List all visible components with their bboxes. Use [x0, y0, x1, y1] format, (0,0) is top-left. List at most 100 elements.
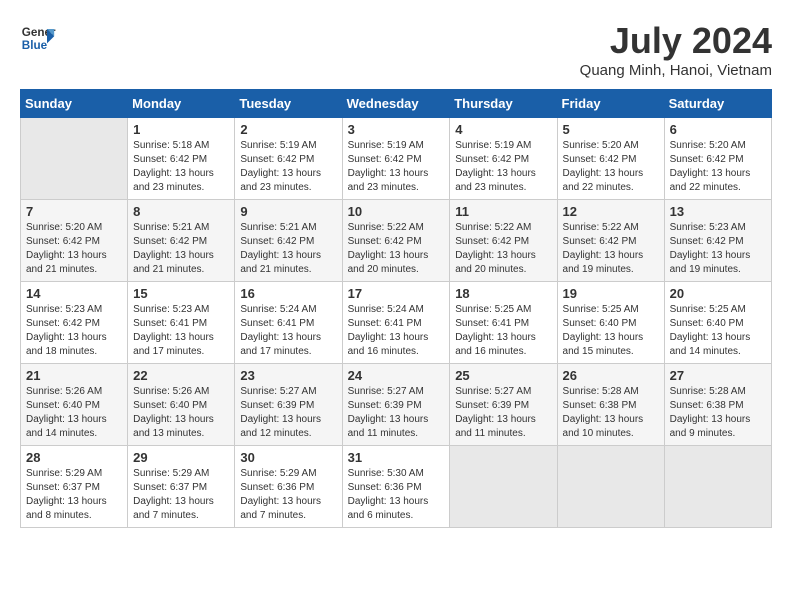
- day-detail: Sunrise: 5:26 AM Sunset: 6:40 PM Dayligh…: [133, 385, 229, 441]
- calendar-cell: 23Sunrise: 5:27 AM Sunset: 6:39 PM Dayli…: [235, 364, 342, 446]
- weekday-header: Saturday: [664, 90, 771, 118]
- calendar-cell: 24 Sunrise: 5:27 AM Sunset: 6:39 PM Dayli…: [342, 364, 450, 446]
- calendar-cell: [21, 118, 128, 200]
- calendar-cell: 4 Sunrise: 5:19 AM Sunset: 6:42 PM Daylig…: [450, 118, 557, 200]
- day-number: 20: [670, 286, 766, 301]
- day-number: 27: [670, 368, 766, 383]
- day-number: 9: [240, 204, 336, 219]
- day-detail: Sunrise: 5:28 AM Sunset: 6:38 PM Dayligh…: [563, 385, 659, 441]
- day-detail: Sunrise: 5:24 AM Sunset: 6:41 PM Dayligh…: [240, 303, 336, 359]
- calendar-cell: [664, 446, 771, 528]
- day-detail: Sunrise: 5:27 AM Sunset: 6:39 PM Dayligh…: [240, 385, 336, 441]
- calendar-cell: 2Sunrise: 5:19 AM Sunset: 6:42 PM Daylig…: [235, 118, 342, 200]
- weekday-header-row: SundayMondayTuesdayWednesdayThursdayFrid…: [21, 90, 772, 118]
- day-number: 5: [563, 122, 659, 137]
- calendar-week-row: 14 Sunrise: 5:23 AM Sunset: 6:42 PM Dayli…: [21, 282, 772, 364]
- day-number: 25: [455, 368, 551, 383]
- weekday-header: Sunday: [21, 90, 128, 118]
- calendar-week-row: 21 Sunrise: 5:26 AM Sunset: 6:40 PM Dayli…: [21, 364, 772, 446]
- day-number: 24: [348, 368, 445, 383]
- calendar-cell: 3 Sunrise: 5:19 AM Sunset: 6:42 PM Daylig…: [342, 118, 450, 200]
- day-number: 1: [133, 122, 229, 137]
- day-number: 4: [455, 122, 551, 137]
- day-number: 29: [133, 450, 229, 465]
- day-detail: Sunrise: 5:27 AM Sunset: 6:39 PM Dayligh…: [348, 385, 445, 441]
- calendar-cell: 6 Sunrise: 5:20 AM Sunset: 6:42 PM Daylig…: [664, 118, 771, 200]
- calendar-cell: 19 Sunrise: 5:25 AM Sunset: 6:40 PM Dayli…: [557, 282, 664, 364]
- calendar-cell: 28 Sunrise: 5:29 AM Sunset: 6:37 PM Dayli…: [21, 446, 128, 528]
- calendar-cell: 13 Sunrise: 5:23 AM Sunset: 6:42 PM Dayli…: [664, 200, 771, 282]
- day-detail: Sunrise: 5:20 AM Sunset: 6:42 PM Dayligh…: [563, 139, 659, 195]
- day-detail: Sunrise: 5:19 AM Sunset: 6:42 PM Dayligh…: [348, 139, 445, 195]
- calendar-cell: 30 Sunrise: 5:29 AM Sunset: 6:36 PM Dayli…: [235, 446, 342, 528]
- day-detail: Sunrise: 5:23 AM Sunset: 6:41 PM Dayligh…: [133, 303, 229, 359]
- day-detail: Sunrise: 5:18 AM Sunset: 6:42 PM Dayligh…: [133, 139, 229, 195]
- day-detail: Sunrise: 5:22 AM Sunset: 6:42 PM Dayligh…: [455, 221, 551, 277]
- day-number: 17: [348, 286, 445, 301]
- day-number: 12: [563, 204, 659, 219]
- calendar-cell: 20 Sunrise: 5:25 AM Sunset: 6:40 PM Dayli…: [664, 282, 771, 364]
- day-detail: Sunrise: 5:20 AM Sunset: 6:42 PM Dayligh…: [670, 139, 766, 195]
- svg-text:Blue: Blue: [22, 39, 48, 52]
- day-detail: Sunrise: 5:21 AM Sunset: 6:42 PM Dayligh…: [133, 221, 229, 277]
- day-detail: Sunrise: 5:19 AM Sunset: 6:42 PM Dayligh…: [240, 139, 336, 195]
- calendar-table: SundayMondayTuesdayWednesdayThursdayFrid…: [20, 89, 772, 528]
- day-detail: Sunrise: 5:23 AM Sunset: 6:42 PM Dayligh…: [26, 303, 122, 359]
- day-detail: Sunrise: 5:23 AM Sunset: 6:42 PM Dayligh…: [670, 221, 766, 277]
- weekday-header: Friday: [557, 90, 664, 118]
- calendar-cell: 5 Sunrise: 5:20 AM Sunset: 6:42 PM Daylig…: [557, 118, 664, 200]
- day-number: 21: [26, 368, 122, 383]
- day-detail: Sunrise: 5:19 AM Sunset: 6:42 PM Dayligh…: [455, 139, 551, 195]
- calendar-cell: 14 Sunrise: 5:23 AM Sunset: 6:42 PM Dayli…: [21, 282, 128, 364]
- day-number: 26: [563, 368, 659, 383]
- calendar-cell: 16 Sunrise: 5:24 AM Sunset: 6:41 PM Dayli…: [235, 282, 342, 364]
- calendar-cell: 10Sunrise: 5:22 AM Sunset: 6:42 PM Dayli…: [342, 200, 450, 282]
- logo-icon: General Blue: [20, 20, 56, 56]
- day-number: 31: [348, 450, 445, 465]
- day-number: 13: [670, 204, 766, 219]
- day-detail: Sunrise: 5:25 AM Sunset: 6:41 PM Dayligh…: [455, 303, 551, 359]
- day-number: 18: [455, 286, 551, 301]
- calendar-cell: 11 Sunrise: 5:22 AM Sunset: 6:42 PM Dayli…: [450, 200, 557, 282]
- day-detail: Sunrise: 5:22 AM Sunset: 6:42 PM Dayligh…: [563, 221, 659, 277]
- day-detail: Sunrise: 5:21 AM Sunset: 6:42 PM Dayligh…: [240, 221, 336, 277]
- day-number: 6: [670, 122, 766, 137]
- day-number: 19: [563, 286, 659, 301]
- day-detail: Sunrise: 5:25 AM Sunset: 6:40 PM Dayligh…: [670, 303, 766, 359]
- day-number: 30: [240, 450, 336, 465]
- calendar-cell: 26 Sunrise: 5:28 AM Sunset: 6:38 PM Dayli…: [557, 364, 664, 446]
- calendar-cell: 27Sunrise: 5:28 AM Sunset: 6:38 PM Dayli…: [664, 364, 771, 446]
- day-number: 22: [133, 368, 229, 383]
- day-number: 15: [133, 286, 229, 301]
- day-detail: Sunrise: 5:29 AM Sunset: 6:36 PM Dayligh…: [240, 467, 336, 523]
- calendar-cell: 12 Sunrise: 5:22 AM Sunset: 6:42 PM Dayli…: [557, 200, 664, 282]
- day-detail: Sunrise: 5:22 AM Sunset: 6:42 PM Dayligh…: [348, 221, 445, 277]
- calendar-week-row: 28 Sunrise: 5:29 AM Sunset: 6:37 PM Dayli…: [21, 446, 772, 528]
- page-title: July 2024: [580, 20, 772, 62]
- day-number: 14: [26, 286, 122, 301]
- day-detail: Sunrise: 5:29 AM Sunset: 6:37 PM Dayligh…: [133, 467, 229, 523]
- weekday-header: Thursday: [450, 90, 557, 118]
- calendar-cell: 7 Sunrise: 5:20 AM Sunset: 6:42 PM Daylig…: [21, 200, 128, 282]
- day-number: 8: [133, 204, 229, 219]
- calendar-cell: 18 Sunrise: 5:25 AM Sunset: 6:41 PM Dayli…: [450, 282, 557, 364]
- day-number: 16: [240, 286, 336, 301]
- calendar-cell: 25Sunrise: 5:27 AM Sunset: 6:39 PM Dayli…: [450, 364, 557, 446]
- calendar-cell: [557, 446, 664, 528]
- weekday-header: Wednesday: [342, 90, 450, 118]
- page-header: General Blue July 2024 Quang Minh, Hanoi…: [20, 20, 772, 79]
- weekday-header: Tuesday: [235, 90, 342, 118]
- day-detail: Sunrise: 5:25 AM Sunset: 6:40 PM Dayligh…: [563, 303, 659, 359]
- day-number: 11: [455, 204, 551, 219]
- calendar-cell: 1 Sunrise: 5:18 AM Sunset: 6:42 PM Daylig…: [128, 118, 235, 200]
- day-detail: Sunrise: 5:29 AM Sunset: 6:37 PM Dayligh…: [26, 467, 122, 523]
- calendar-cell: 15 Sunrise: 5:23 AM Sunset: 6:41 PM Dayli…: [128, 282, 235, 364]
- calendar-cell: 22 Sunrise: 5:26 AM Sunset: 6:40 PM Dayli…: [128, 364, 235, 446]
- day-number: 28: [26, 450, 122, 465]
- calendar-week-row: 1 Sunrise: 5:18 AM Sunset: 6:42 PM Daylig…: [21, 118, 772, 200]
- calendar-cell: [450, 446, 557, 528]
- day-number: 3: [348, 122, 445, 137]
- day-detail: Sunrise: 5:20 AM Sunset: 6:42 PM Dayligh…: [26, 221, 122, 277]
- calendar-cell: 8 Sunrise: 5:21 AM Sunset: 6:42 PM Daylig…: [128, 200, 235, 282]
- day-number: 7: [26, 204, 122, 219]
